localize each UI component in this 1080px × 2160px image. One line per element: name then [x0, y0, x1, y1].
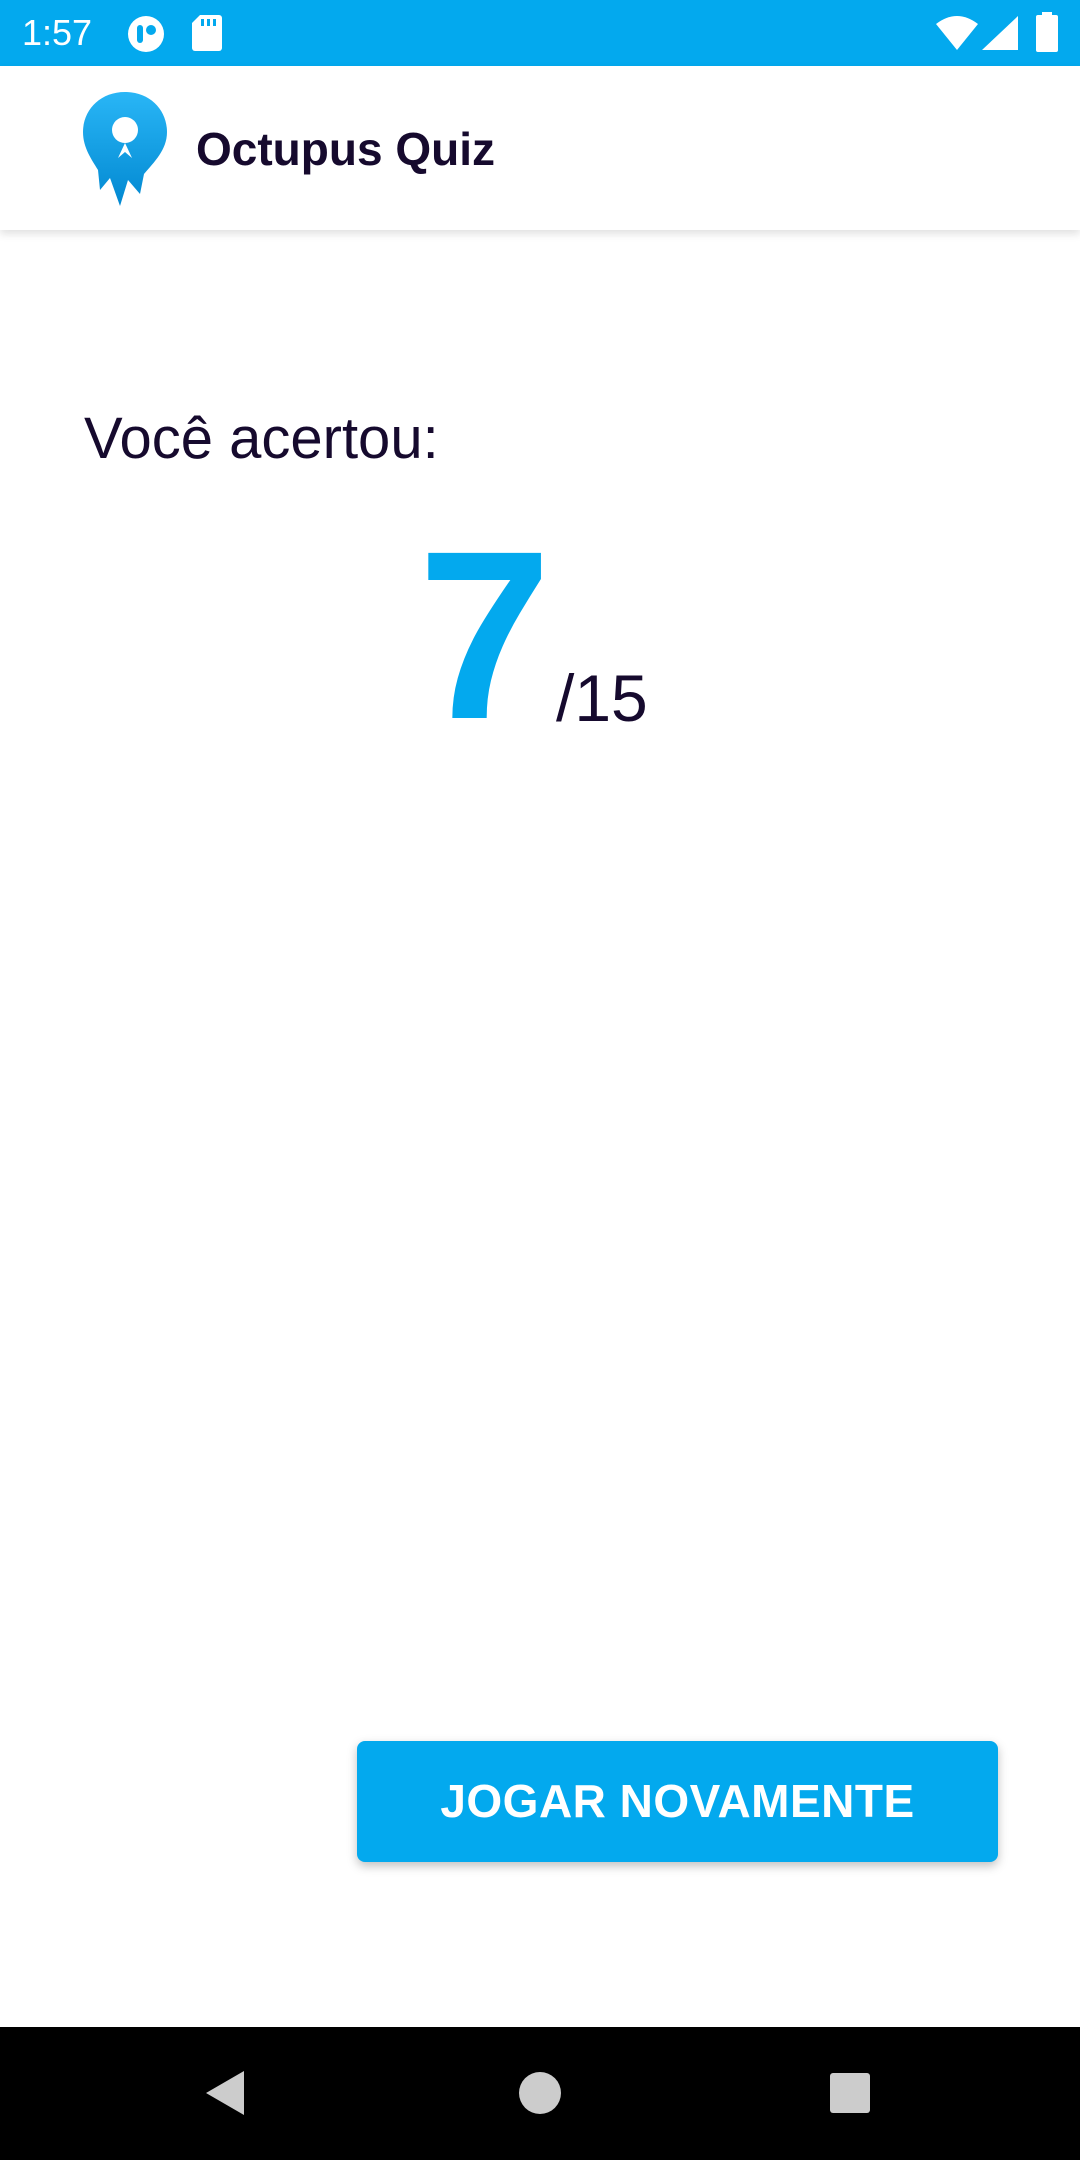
quiz-result-screen: 1:57 Octupus Quiz Você acertou: 7 /15 JO…: [0, 0, 1080, 2160]
play-again-button[interactable]: JOGAR NOVAMENTE: [357, 1741, 998, 1862]
app-bar: Octupus Quiz: [0, 66, 1080, 230]
sd-card-icon: [192, 15, 222, 56]
app-title: Octupus Quiz: [196, 123, 495, 175]
score-value: 7: [418, 501, 552, 769]
battery-icon: [1036, 12, 1058, 57]
back-icon[interactable]: [196, 2063, 256, 2123]
notification-app-icon: [126, 15, 166, 58]
score-total: /15: [556, 661, 648, 735]
result-label: Você acertou:: [84, 406, 439, 471]
status-time: 1:57: [22, 12, 93, 53]
status-bar: 1:57: [0, 0, 1080, 66]
home-icon[interactable]: [510, 2063, 570, 2123]
octopus-logo-icon: [80, 90, 170, 206]
navigation-bar: [0, 2027, 1080, 2160]
recents-icon[interactable]: [820, 2063, 880, 2123]
signal-icon: [982, 16, 1018, 55]
wifi-icon: [936, 16, 978, 55]
